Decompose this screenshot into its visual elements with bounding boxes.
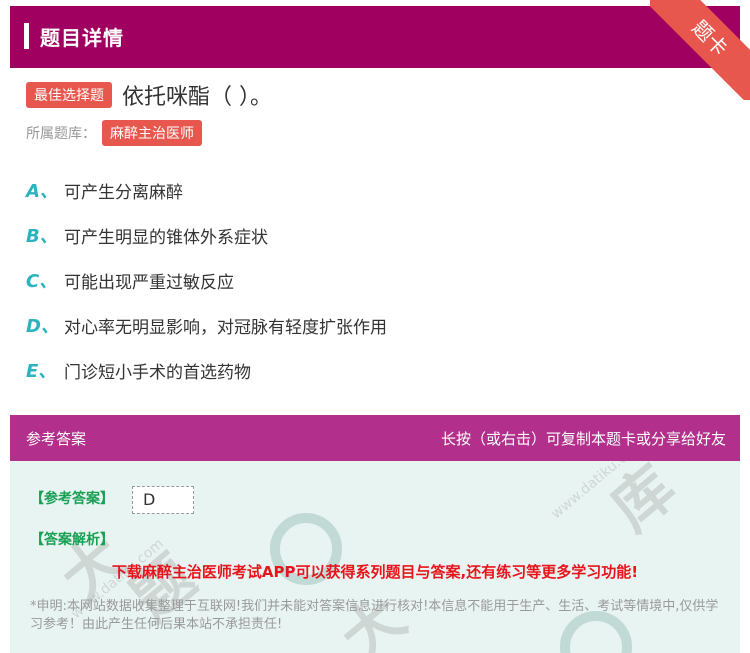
option-b[interactable]: B、 可产生明显的锥体外系症状 — [26, 222, 268, 248]
answer-panel: 大 题 大 库 www.datiku.com www.datiku.com 【参… — [10, 461, 740, 653]
question-type-badge: 最佳选择题 — [26, 82, 112, 108]
answer-value-box: D — [132, 486, 194, 514]
option-text: 门诊短小手术的首选药物 — [64, 362, 251, 383]
option-letter: B、 — [26, 226, 58, 247]
disclaimer-text: *申明:本网站数据收集整理于互联网!我们并未能对答案信息进行核对!本信息不能用于… — [30, 599, 719, 632]
option-text: 可产生明显的锥体外系症状 — [64, 227, 268, 248]
share-hint: 长按（或右击）可复制本题卡或分享给好友 — [440, 430, 726, 448]
answer-label: 【参考答案】 — [30, 491, 114, 507]
question-text: 依托咪酯（ ）。 — [122, 85, 272, 110]
card-ribbon[interactable]: 题卡 — [650, 0, 750, 100]
app-promo-text[interactable]: 下载麻醉主治医师考试APP可以获得系列题目与答案,还有练习等更多学习功能! — [10, 561, 740, 582]
analysis-label: 【答案解析】 — [30, 532, 114, 548]
option-text: 可产生分离麻醉 — [64, 182, 183, 203]
answer-section-title: 参考答案 — [26, 430, 87, 448]
title-accent-bar — [24, 23, 29, 49]
category-badge[interactable]: 麻醉主治医师 — [102, 120, 202, 146]
category-label: 所属题库： — [26, 126, 96, 142]
option-a[interactable]: A、 可产生分离麻醉 — [26, 177, 183, 203]
ribbon-label: 题卡 — [650, 0, 750, 100]
option-letter: A、 — [26, 181, 58, 202]
option-letter: E、 — [26, 361, 57, 382]
category-line: 所属题库： 麻醉主治医师 — [26, 120, 202, 146]
option-text: 对心率无明显影响，对冠脉有轻度扩张作用 — [64, 317, 387, 338]
option-letter: D、 — [26, 316, 59, 337]
answer-header-bar: 参考答案 长按（或右击）可复制本题卡或分享给好友 — [10, 415, 740, 461]
option-c[interactable]: C、 可能出现严重过敏反应 — [26, 267, 234, 293]
option-e[interactable]: E、 门诊短小手术的首选药物 — [26, 357, 251, 383]
option-letter: C、 — [26, 271, 58, 292]
page-title: 题目详情 — [40, 26, 124, 50]
question-line: 最佳选择题 依托咪酯（ ）。 — [26, 79, 272, 111]
header-bar: 题目详情 — [10, 6, 740, 68]
option-d[interactable]: D、 对心率无明显影响，对冠脉有轻度扩张作用 — [26, 312, 387, 338]
option-text: 可能出现严重过敏反应 — [64, 272, 234, 293]
